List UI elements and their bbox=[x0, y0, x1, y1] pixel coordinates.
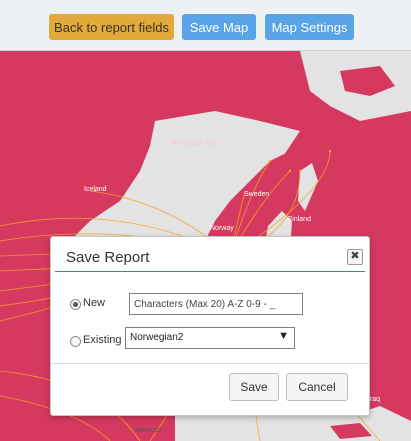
cancel-button[interactable]: Cancel bbox=[286, 373, 348, 401]
save-report-dialog: Save Report ✖ New Existing Norwegian2 ▼ … bbox=[50, 236, 370, 416]
footer-divider bbox=[51, 363, 369, 364]
modal-layer: Save Report ✖ New Existing Norwegian2 ▼ … bbox=[0, 0, 411, 441]
chevron-down-icon: ▼ bbox=[278, 330, 289, 342]
new-radio[interactable] bbox=[70, 299, 81, 310]
dialog-title: Save Report bbox=[66, 249, 150, 266]
existing-report-select[interactable]: Norwegian2 ▼ bbox=[125, 327, 295, 349]
save-button[interactable]: Save bbox=[229, 373, 279, 401]
report-name-input[interactable] bbox=[129, 293, 303, 315]
new-radio-label: New bbox=[83, 297, 106, 309]
title-divider bbox=[55, 271, 365, 272]
close-icon[interactable]: ✖ bbox=[347, 249, 363, 265]
existing-radio-label: Existing bbox=[83, 334, 122, 346]
existing-radio[interactable] bbox=[70, 336, 81, 347]
existing-report-value: Norwegian2 bbox=[130, 332, 184, 343]
